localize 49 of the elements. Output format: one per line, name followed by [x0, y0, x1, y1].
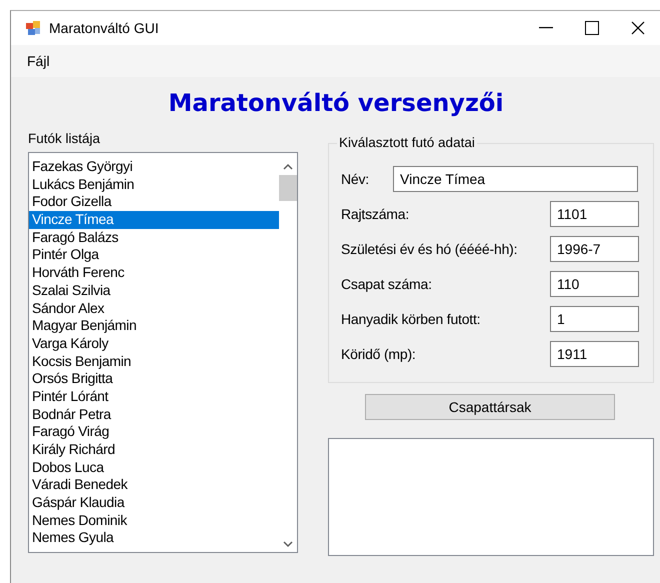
list-item[interactable]: Horváth Ferenc: [29, 264, 279, 282]
list-item[interactable]: Orsós Brigitta: [29, 370, 279, 388]
list-item[interactable]: Nemes Dominik: [29, 512, 279, 530]
field-label: Csapat száma:: [341, 276, 432, 292]
scroll-up-icon[interactable]: [283, 163, 293, 171]
field-label: Születési év és hó (éééé-hh):: [341, 241, 518, 257]
list-item[interactable]: Nemes Gyula: [29, 529, 279, 548]
maximize-icon: [585, 21, 599, 35]
app-icon: [25, 20, 41, 36]
list-item[interactable]: Kocsis Benjamin: [29, 352, 279, 370]
teammates-button[interactable]: Csapattársak: [365, 394, 615, 420]
list-item[interactable]: Váradi Benedek: [29, 476, 279, 494]
list-item[interactable]: Szalai Szilvia: [29, 282, 279, 300]
field-label: Köridő (mp):: [341, 346, 416, 362]
list-item[interactable]: Magyar Benjámin: [29, 317, 279, 335]
list-item[interactable]: Bodnár Petra: [29, 406, 279, 424]
list-item[interactable]: Gáspár Klaudia: [29, 494, 279, 512]
list-item[interactable]: Fodor Gizella: [29, 193, 279, 212]
field-label: Rajtszáma:: [341, 206, 410, 222]
input-field[interactable]: 1996-7: [550, 236, 639, 262]
list-item[interactable]: Fazekas Györgyi: [29, 158, 279, 176]
input-field[interactable]: 1: [550, 306, 639, 332]
minimize-icon: [539, 27, 553, 29]
list-item[interactable]: Sándor Alex: [29, 300, 279, 318]
input-field[interactable]: 1101: [550, 201, 639, 227]
list-item[interactable]: Pintér Lóránt: [29, 388, 279, 406]
list-item[interactable]: Faragó Virág: [29, 423, 279, 441]
close-icon: [631, 21, 645, 35]
list-item[interactable]: Faragó Balázs: [29, 228, 279, 246]
heading: Maratonváltó versenyzői: [167, 89, 505, 117]
input-field[interactable]: 110: [550, 271, 639, 297]
list-item[interactable]: Vincze Tímea: [29, 211, 279, 229]
list-item[interactable]: Király Richárd: [29, 441, 279, 459]
list-item[interactable]: Pintér Olga: [29, 246, 279, 264]
field-label: Név:: [341, 171, 369, 187]
scroll-down-icon[interactable]: [283, 540, 293, 548]
list-item[interactable]: Dobos Luca: [29, 458, 279, 476]
runner-listbox[interactable]: [28, 152, 298, 553]
scroll-thumb[interactable]: [279, 175, 297, 201]
field-label: Hanyadik körben futott:: [341, 311, 480, 327]
list-item[interactable]: Varga Károly: [29, 334, 279, 353]
list-label: Futók listája: [28, 131, 102, 146]
window-title: Maratonváltó GUI: [49, 20, 160, 36]
input-field[interactable]: 1911: [550, 341, 639, 367]
output-box[interactable]: [328, 438, 654, 556]
menu-item[interactable]: Fájl: [27, 53, 50, 69]
list-item[interactable]: Lukács Benjámin: [29, 176, 279, 194]
group-label: Kiválasztott futó adatai: [337, 135, 477, 150]
name-field[interactable]: Vincze Tímea: [393, 166, 638, 192]
